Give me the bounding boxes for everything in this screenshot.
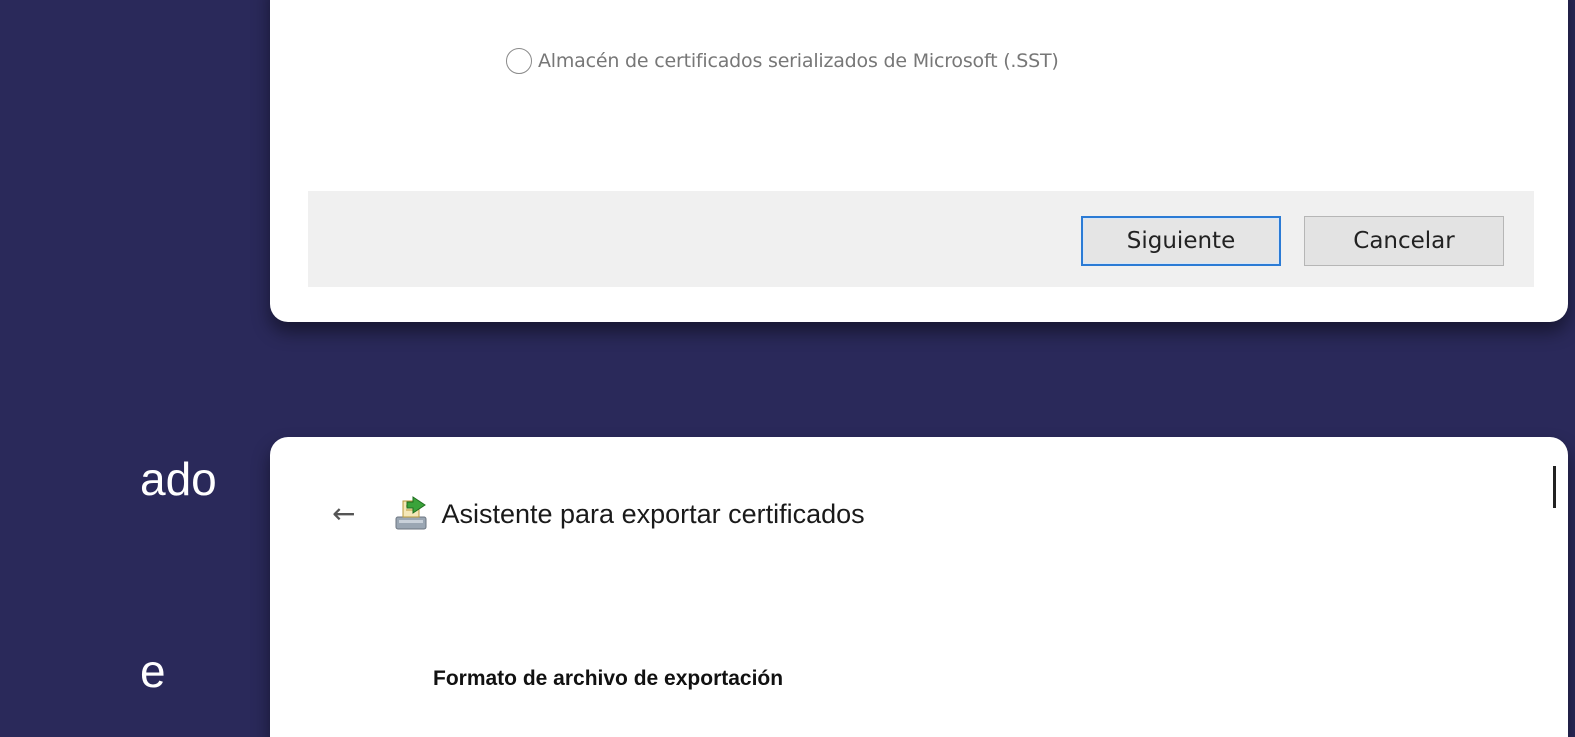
dialog-footer: Siguiente Cancelar: [308, 191, 1534, 287]
top-dialog-card: Almacén de certificados serializados de …: [270, 0, 1568, 322]
radio-option-sst[interactable]: Almacén de certificados serializados de …: [506, 48, 1059, 74]
certificate-export-icon: [395, 496, 427, 530]
wizard-header: ← Asistente para exportar certificados: [332, 495, 865, 533]
side-text-line-1: ado: [140, 453, 217, 505]
back-arrow-icon[interactable]: ←: [332, 500, 355, 528]
radio-option-label: Almacén de certificados serializados de …: [538, 50, 1059, 72]
radio-button[interactable]: [506, 48, 532, 74]
wizard-title: Asistente para exportar certificados: [441, 498, 865, 529]
bottom-dialog-card: ← Asistente para exportar certificados F…: [270, 437, 1568, 737]
next-button[interactable]: Siguiente: [1081, 216, 1281, 266]
side-text-line-2: e: [140, 645, 166, 697]
cancel-button[interactable]: Cancelar: [1304, 216, 1504, 266]
section-heading: Formato de archivo de exportación: [433, 667, 784, 690]
text-cursor-bar: [1553, 466, 1556, 508]
